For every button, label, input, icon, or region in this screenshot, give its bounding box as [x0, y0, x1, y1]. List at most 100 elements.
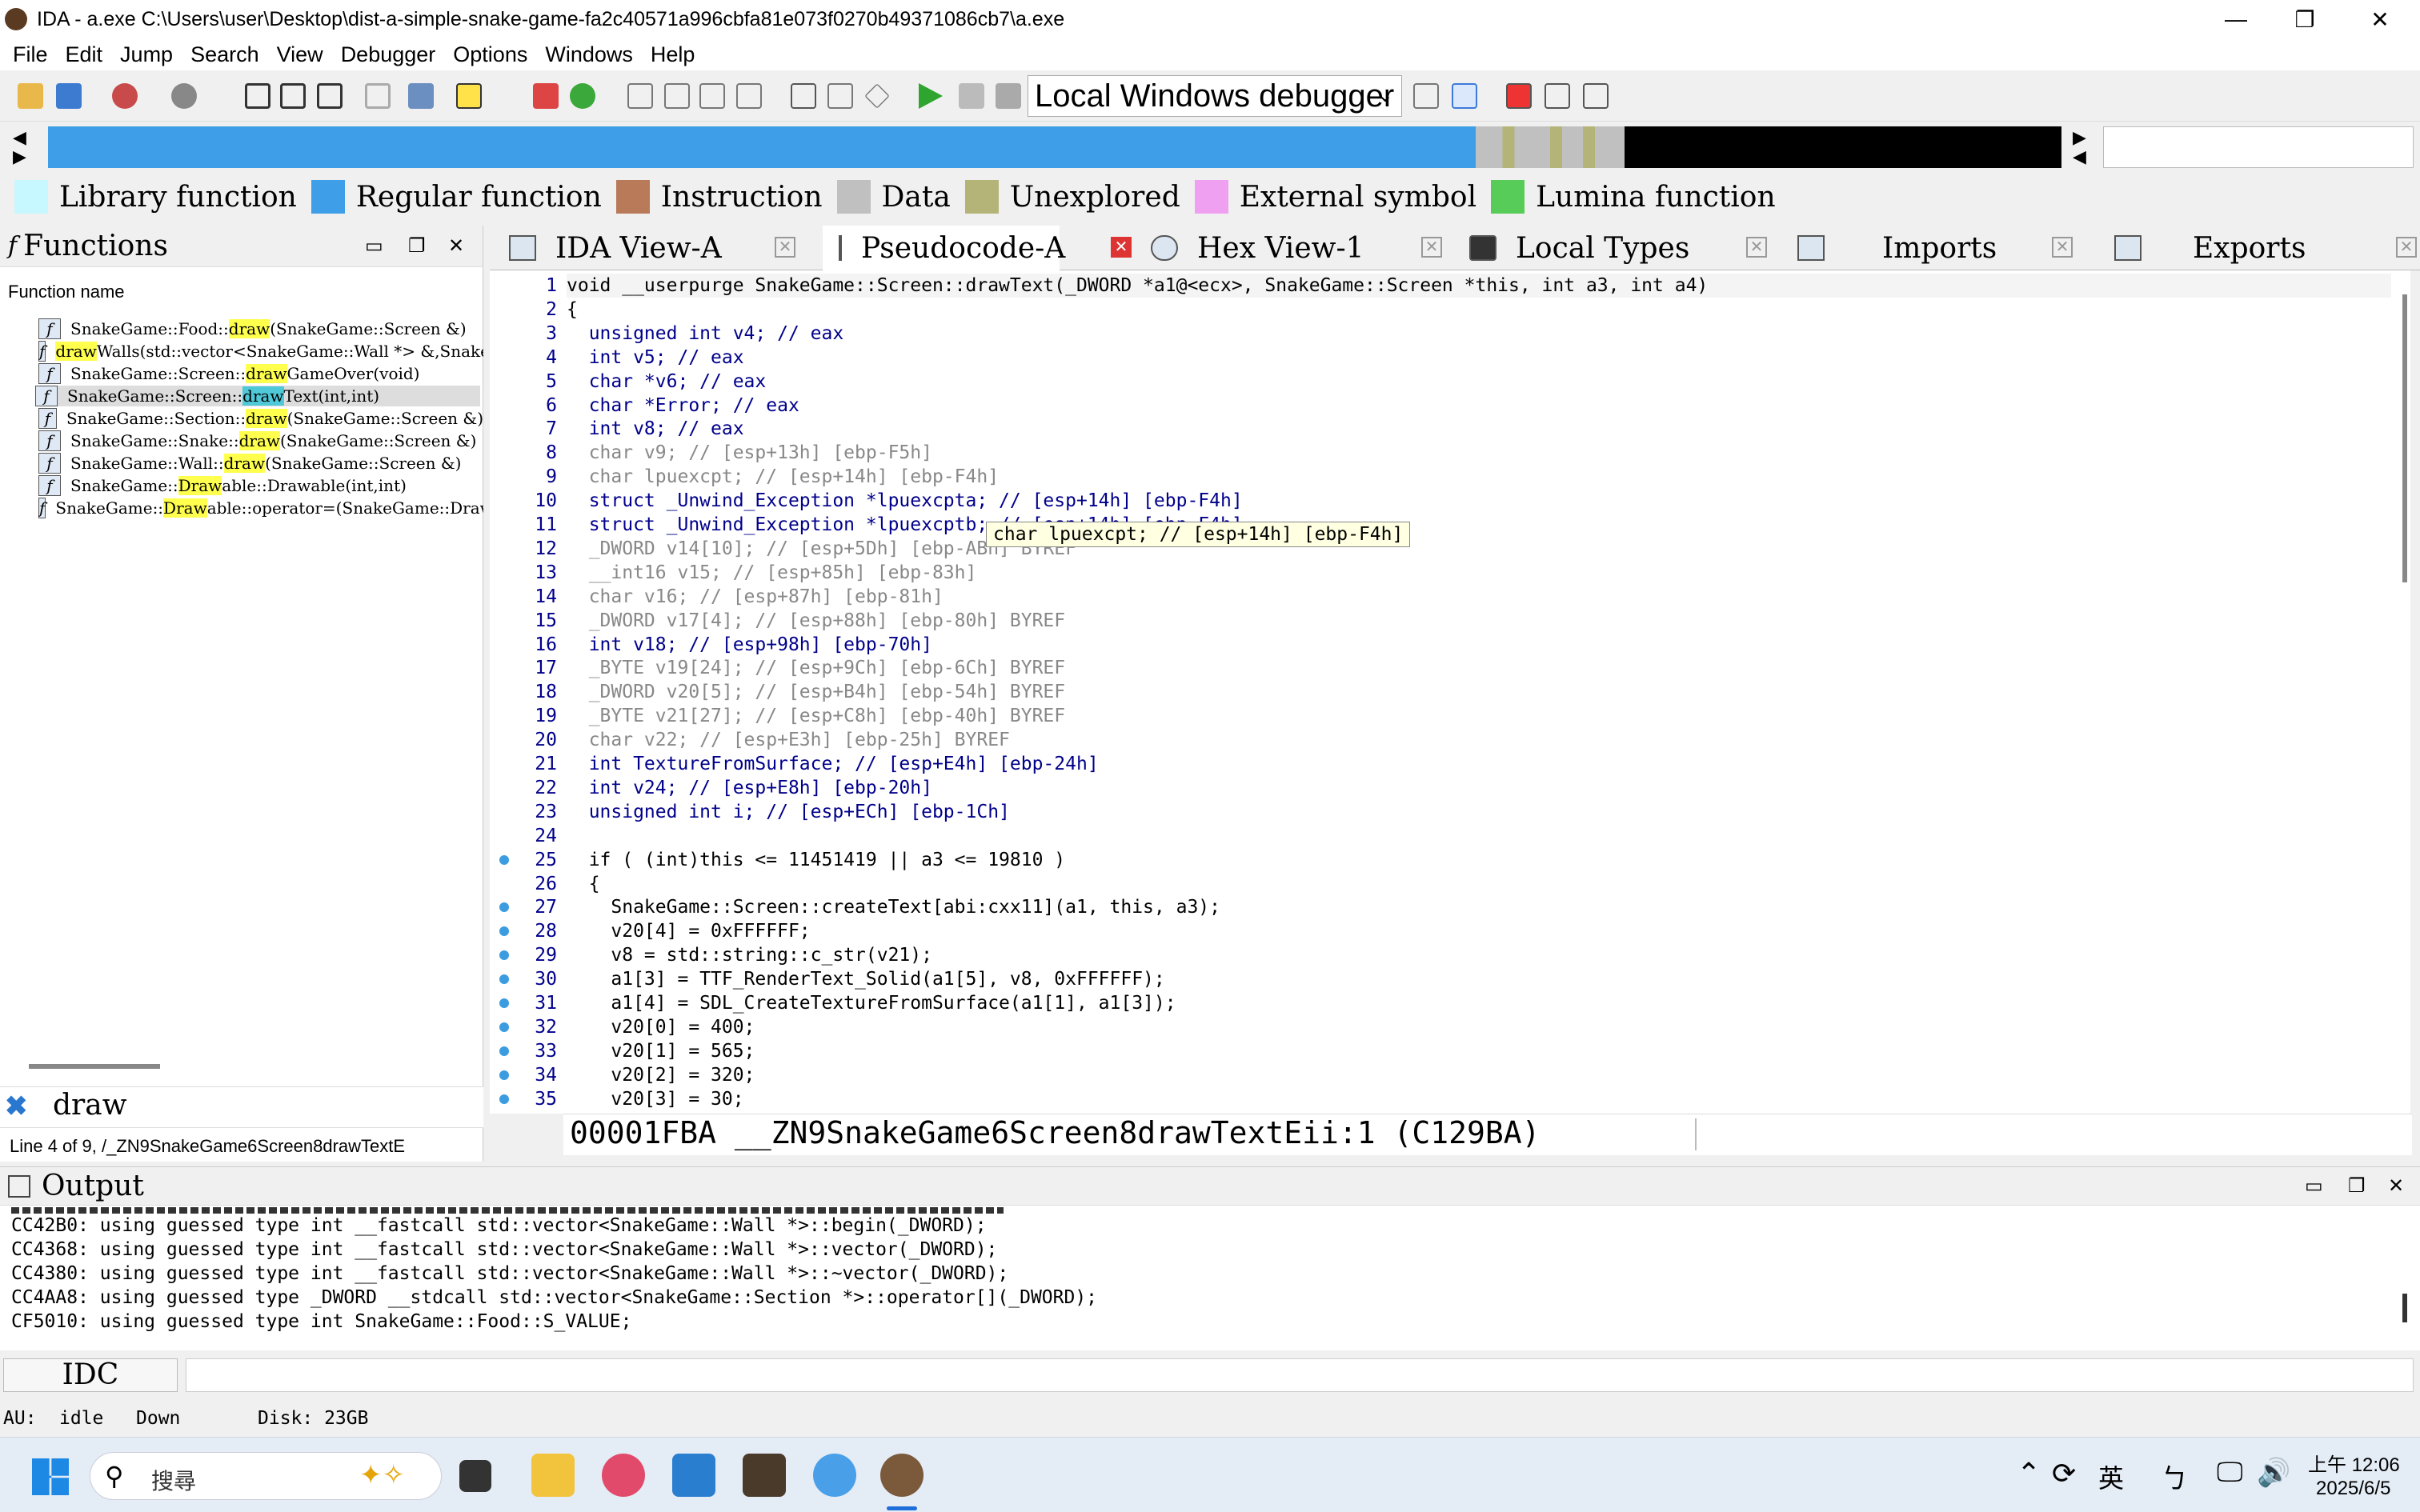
function-list-item[interactable]: f SnakeGame::Snake:: draw (SnakeGame::Scree…	[38, 430, 483, 451]
code-line[interactable]: int TextureFromSurface; // [esp+E4h] [eb…	[567, 752, 1099, 776]
paste-icon[interactable]	[699, 83, 725, 109]
restore-button[interactable]: ❐	[2268, 0, 2342, 38]
start-debug-icon[interactable]	[919, 83, 943, 109]
menu-jump[interactable]: Jump	[120, 42, 173, 67]
run-green-icon[interactable]	[570, 83, 595, 109]
code-line[interactable]: v20[4] = 0xFFFFFF;	[567, 919, 810, 943]
code-line[interactable]: int v24; // [esp+E8h] [ebp-20h]	[567, 776, 932, 800]
code-line[interactable]: _DWORD v20[5]; // [esp+B4h] [ebp-54h] BY…	[567, 680, 1065, 704]
ida-app-icon[interactable]	[880, 1454, 924, 1497]
code-line[interactable]: char v22; // [esp+E3h] [ebp-25h] BYREF	[567, 728, 1010, 752]
jump-icon[interactable]	[408, 83, 434, 109]
breakpoint-dot-icon[interactable]	[499, 1070, 509, 1080]
code-line[interactable]: unsigned int i; // [esp+ECh] [ebp-1Ch]	[567, 800, 1010, 824]
idc-language-button[interactable]: IDC	[3, 1358, 178, 1392]
list-icon[interactable]	[1506, 83, 1532, 109]
code-line[interactable]: a1[3] = TTF_RenderText_Solid(a1[5], v8, …	[567, 967, 1164, 991]
code-line[interactable]: a1[4] = SDL_CreateTextureFromSurface(a1[…	[567, 991, 1176, 1015]
menu-search[interactable]: Search	[190, 42, 259, 67]
function-list-item[interactable]: f SnakeGame::Food:: draw (SnakeGame::Screen…	[38, 318, 483, 339]
back-arrow-icon[interactable]	[112, 83, 138, 109]
code-line[interactable]: SnakeGame::Screen::createText[abi:cxx11]…	[567, 895, 1220, 919]
stop-icon[interactable]	[996, 83, 1021, 109]
menu-windows[interactable]: Windows	[545, 42, 633, 67]
function-list-item[interactable]: f SnakeGame::Section:: draw (SnakeGame::Scr…	[38, 408, 483, 429]
tab-hex-view-1[interactable]: Hex View-1 ✕	[1151, 226, 1442, 270]
task-view-icon[interactable]	[459, 1460, 491, 1492]
close-icon[interactable]: ✕	[775, 237, 795, 258]
function-list-item[interactable]: f draw Walls(std::vector<SnakeGame::Wall *…	[38, 341, 483, 362]
nav-left-arrow-icon[interactable]: ◀ ▶	[13, 128, 26, 166]
code-line[interactable]: char *Error; // eax	[567, 394, 799, 418]
sublime-app-icon[interactable]	[743, 1454, 786, 1497]
graph-icon[interactable]	[245, 83, 270, 109]
close-button[interactable]: ✕	[2343, 0, 2417, 38]
speaker-icon[interactable]: 🔊	[2257, 1457, 2290, 1489]
debugger-select[interactable]: Local Windows debugger ⌄	[1028, 75, 1402, 117]
breakpoint-icon[interactable]	[533, 83, 559, 109]
code-line[interactable]: char v16; // [esp+87h] [ebp-81h]	[567, 585, 944, 609]
code-line[interactable]: v20[2] = 320;	[567, 1063, 755, 1087]
xref-icon[interactable]	[365, 83, 391, 109]
horizontal-scrollbar[interactable]	[29, 1064, 160, 1069]
graph-view-icon[interactable]	[1413, 83, 1439, 109]
output-scrollbar[interactable]	[2402, 1294, 2407, 1322]
menu-options[interactable]: Options	[453, 42, 527, 67]
ime-indicator[interactable]: 英	[2098, 1458, 2124, 1495]
pause-icon[interactable]	[959, 83, 984, 109]
code-line[interactable]: char lpuexcpt; // [esp+14h] [ebp-F4h]	[567, 465, 999, 489]
breakpoint-dot-icon[interactable]	[499, 974, 509, 985]
bytes-icon[interactable]	[736, 83, 762, 109]
code-line[interactable]: struct _Unwind_Exception *lpuexcpta; // …	[567, 489, 1243, 513]
close-icon[interactable]: ✕	[2388, 1174, 2404, 1198]
nav-right-arrow-icon[interactable]: ▶ ◀	[2073, 128, 2086, 166]
code-line[interactable]: int v8; // eax	[567, 417, 744, 441]
code-line[interactable]: {	[567, 298, 578, 322]
menu-help[interactable]: Help	[651, 42, 695, 67]
menu-view[interactable]: View	[277, 42, 323, 67]
minimize-button[interactable]: —	[2199, 0, 2273, 38]
vertical-scrollbar[interactable]	[2402, 294, 2407, 582]
open-folder-icon[interactable]	[18, 83, 43, 109]
function-list-item[interactable]: f SnakeGame::Wall:: draw (SnakeGame::Screen…	[38, 453, 483, 474]
filter-input[interactable]: draw	[53, 1089, 127, 1122]
copy-icon[interactable]	[664, 83, 690, 109]
paint-app-icon[interactable]	[602, 1454, 645, 1497]
function-list-item[interactable]: f SnakeGame::Screen:: draw GameOver(void)	[38, 363, 483, 384]
network-icon[interactable]: 🖵	[2217, 1457, 2243, 1488]
maximize-icon[interactable]: ▭	[2305, 1174, 2323, 1198]
nav-bar-unexplored[interactable]	[1476, 126, 1625, 168]
frame-icon[interactable]	[791, 83, 816, 109]
code-line[interactable]: char v9; // [esp+13h] [ebp-F5h]	[567, 441, 932, 465]
clock-date[interactable]: 2025/6/5	[2316, 1478, 2390, 1500]
close-icon[interactable]: ✕	[1111, 237, 1132, 258]
code-line[interactable]: v20[1] = 565;	[567, 1039, 755, 1063]
pseudocode-view[interactable]: 1 void __userpurge SnakeGame::Screen::dra…	[490, 270, 2410, 1114]
close-icon[interactable]: ✕	[448, 234, 464, 258]
close-icon[interactable]: ✕	[1746, 237, 1767, 258]
code-line[interactable]: {	[567, 872, 600, 896]
code-line[interactable]: int v18; // [esp+98h] [ebp-70h]	[567, 633, 932, 657]
breakpoint-dot-icon[interactable]	[499, 1022, 509, 1032]
code-line[interactable]: if ( (int)this <= 11451419 || a3 <= 1981…	[567, 848, 1065, 872]
float-icon[interactable]: ❐	[408, 234, 426, 258]
tab-imports[interactable]: Imports ✕	[1797, 226, 2073, 270]
breakpoint-dot-icon[interactable]	[499, 1046, 509, 1056]
text-color-icon[interactable]	[456, 83, 482, 109]
code-line[interactable]: _DWORD v17[4]; // [esp+88h] [ebp-80h] BY…	[567, 609, 1065, 633]
menu-edit[interactable]: Edit	[66, 42, 103, 67]
code-line[interactable]: _BYTE v19[24]; // [esp+9Ch] [ebp-6Ch] BY…	[567, 656, 1065, 680]
menu-debugger[interactable]: Debugger	[341, 42, 436, 67]
close-icon[interactable]: ✕	[2052, 237, 2073, 258]
vscode-app-icon[interactable]	[672, 1454, 715, 1497]
maximize-icon[interactable]: ▭	[365, 234, 383, 258]
function-list-item[interactable]: f SnakeGame::Screen:: draw Text(int,int)	[35, 386, 480, 406]
menu-file[interactable]: File	[13, 42, 48, 67]
save-icon[interactable]	[56, 83, 82, 109]
code-line[interactable]: unsigned int v4; // eax	[567, 322, 844, 346]
float-icon[interactable]: ❐	[2348, 1174, 2366, 1198]
cloud-app-icon[interactable]	[813, 1454, 856, 1497]
tab-exports[interactable]: Exports ✕	[2114, 226, 2417, 270]
function-list-item[interactable]: f SnakeGame:: Draw able::operator=(SnakeGam…	[38, 498, 483, 518]
list-arrow-icon[interactable]	[1545, 83, 1570, 109]
